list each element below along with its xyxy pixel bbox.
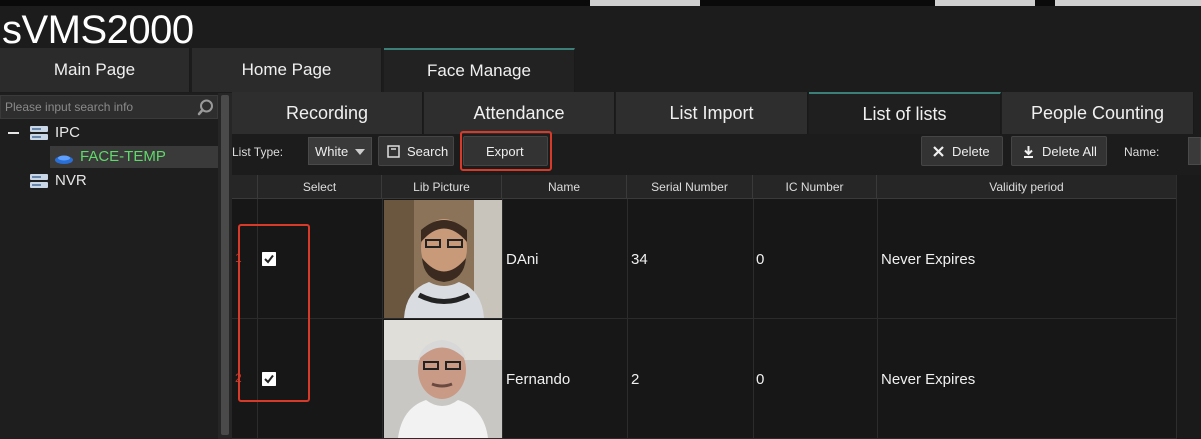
- delete-all-button-label: Delete All: [1042, 143, 1097, 159]
- top-window-strip: [0, 0, 1201, 6]
- collapse-icon[interactable]: [8, 132, 19, 134]
- row-index: 2: [235, 371, 242, 385]
- delete-button-label: Delete: [952, 143, 990, 159]
- tab-recording[interactable]: Recording: [232, 92, 423, 134]
- lists-table: Select Lib Picture Name Serial Number IC…: [232, 175, 1201, 439]
- tree-label: NVR: [55, 172, 87, 189]
- column-header-label: Name: [547, 179, 580, 194]
- tab-list-of-lists[interactable]: List of lists: [809, 92, 1001, 134]
- column-header-name[interactable]: Name: [502, 175, 627, 199]
- search-button[interactable]: Search: [378, 136, 454, 166]
- tree-label: IPC: [55, 124, 81, 141]
- row-serial-number: 2: [631, 371, 640, 388]
- chevron-down-icon: [355, 149, 365, 155]
- tree-node-ipc[interactable]: IPC: [0, 122, 218, 144]
- tab-label: List of lists: [862, 103, 947, 124]
- table-row[interactable]: 2 Fernando 2 0 Never Expires: [232, 319, 1201, 439]
- name-input[interactable]: [1188, 137, 1201, 165]
- tab-label: Face Manage: [427, 61, 531, 80]
- column-header-label: Select: [302, 179, 337, 194]
- tab-home-page[interactable]: Home Page: [192, 48, 382, 92]
- main-tab-bar: Main Page Home Page Face Manage: [0, 48, 1201, 92]
- row-index: 1: [235, 251, 242, 265]
- tab-label: Main Page: [53, 60, 136, 79]
- tab-label: List Import: [669, 102, 754, 123]
- tab-label: People Counting: [1030, 102, 1165, 123]
- server-icon: [30, 126, 48, 140]
- row-ic-number: 0: [756, 251, 765, 268]
- tab-label: Recording: [285, 102, 369, 123]
- name-label: Name:: [1124, 145, 1160, 159]
- tab-label: Home Page: [241, 60, 332, 79]
- row-name: DAni: [506, 251, 539, 268]
- delete-all-button[interactable]: Delete All: [1011, 136, 1107, 166]
- device-search-input[interactable]: [5, 98, 195, 116]
- export-button-label: Export: [486, 143, 524, 159]
- column-header-label: IC Number: [785, 179, 844, 194]
- column-header-ic-number[interactable]: IC Number: [753, 175, 877, 199]
- tree-node-nvr[interactable]: NVR: [0, 170, 218, 192]
- window-fragment: [1055, 0, 1201, 6]
- column-header-select[interactable]: Select: [258, 175, 382, 199]
- tab-people-counting[interactable]: People Counting: [1002, 92, 1194, 134]
- tree-label: FACE-TEMP: [80, 148, 166, 165]
- table-scrollbar[interactable]: [1176, 175, 1201, 439]
- face-photo-fernando: [384, 320, 502, 438]
- sub-tab-bar: Recording Attendance List Import List of…: [232, 92, 1201, 134]
- device-search-box: [0, 95, 218, 119]
- list-type-label: List Type:: [232, 145, 284, 159]
- column-header-label: Lib Picture: [413, 179, 470, 194]
- row-serial-number: 34: [631, 251, 648, 268]
- search-icon[interactable]: [197, 99, 214, 116]
- column-header-validity-period[interactable]: Validity period: [877, 175, 1177, 199]
- row-ic-number: 0: [756, 371, 765, 388]
- export-button[interactable]: Export: [463, 136, 548, 166]
- tab-attendance[interactable]: Attendance: [424, 92, 615, 134]
- list-toolbar: List Type: White Search Export Delete De…: [232, 134, 1201, 170]
- search-button-label: Search: [407, 143, 449, 159]
- app-title: sVMS2000: [2, 8, 194, 52]
- tab-main-page[interactable]: Main Page: [0, 48, 190, 92]
- window-fragment: [590, 0, 700, 6]
- server-icon: [30, 174, 48, 188]
- face-photo-dani: [384, 200, 502, 318]
- column-header-serial-number[interactable]: Serial Number: [627, 175, 753, 199]
- download-icon: [1024, 146, 1033, 158]
- row-name: Fernando: [506, 371, 571, 388]
- delete-button[interactable]: Delete: [921, 136, 1003, 166]
- close-icon: [933, 146, 944, 157]
- search-list-icon: [387, 145, 400, 158]
- row-validity: Never Expires: [881, 251, 976, 268]
- window-fragment: [935, 0, 1035, 6]
- row-select-checkbox[interactable]: [262, 372, 276, 386]
- list-type-select[interactable]: White: [308, 137, 372, 165]
- table-row[interactable]: 1 DAni 34 0 Never Expires: [232, 199, 1201, 319]
- row-select-checkbox[interactable]: [262, 252, 276, 266]
- sidebar-scrollbar[interactable]: [218, 93, 232, 439]
- column-header-label: Serial Number: [651, 179, 728, 194]
- column-header-index: [232, 175, 258, 199]
- list-type-value: White: [315, 143, 349, 159]
- tab-label: Attendance: [473, 102, 565, 123]
- row-validity: Never Expires: [881, 371, 976, 388]
- tab-list-import[interactable]: List Import: [616, 92, 808, 134]
- column-header-lib-picture[interactable]: Lib Picture: [382, 175, 502, 199]
- device-sidebar: IPC FACE-TEMP NVR: [0, 93, 218, 439]
- scrollbar-thumb[interactable]: [221, 95, 229, 435]
- tree-node-face-temp[interactable]: FACE-TEMP: [50, 146, 218, 168]
- tab-face-manage[interactable]: Face Manage: [384, 48, 575, 92]
- camera-icon: [55, 155, 73, 164]
- column-header-label: Validity period: [989, 179, 1064, 194]
